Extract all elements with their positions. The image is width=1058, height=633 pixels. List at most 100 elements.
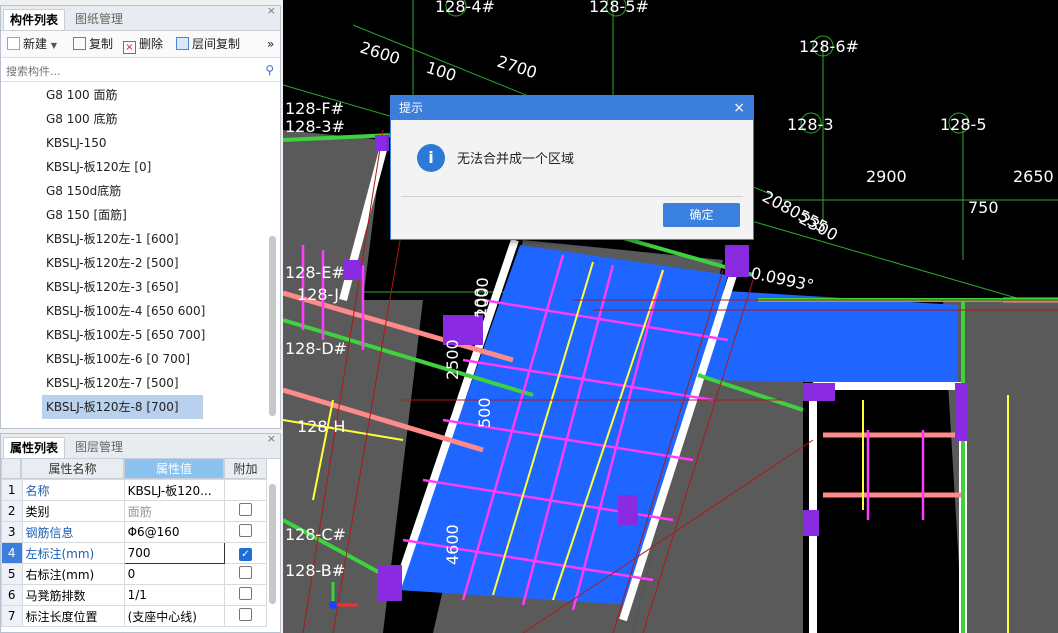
delete-icon: × bbox=[123, 41, 136, 54]
component-toolbar: 新建 ▼ 复制 × 删除 层间复制 » bbox=[1, 31, 280, 58]
list-item[interactable]: G8 150 [面筋] bbox=[1, 203, 267, 227]
list-item[interactable]: KBSLJ-板120左-2 [500] bbox=[1, 251, 267, 275]
property-value[interactable]: (支座中心线) bbox=[123, 605, 225, 627]
table-row[interactable]: 1 名称 KBSLJ-板120... bbox=[1, 479, 268, 501]
copy-button[interactable]: 复制 bbox=[73, 36, 113, 52]
list-scrollbar[interactable] bbox=[269, 236, 276, 416]
dropdown-arrow-icon[interactable]: ▼ bbox=[51, 41, 57, 50]
header-name: 属性名称 bbox=[21, 458, 124, 479]
search-icon[interactable]: ⚲ bbox=[265, 63, 274, 77]
property-value[interactable]: Φ6@160 bbox=[123, 521, 225, 543]
tab-property-list[interactable]: 属性列表 bbox=[3, 437, 66, 458]
attach-checkbox[interactable] bbox=[238, 524, 252, 537]
property-table-header: 属性名称 属性值 附加 bbox=[1, 458, 267, 479]
new-label: 新建 bbox=[23, 37, 48, 51]
row-number: 2 bbox=[1, 500, 23, 522]
close-icon[interactable]: × bbox=[733, 96, 745, 120]
dimension-label: 2000 bbox=[473, 277, 492, 318]
axis-label: 128-6# bbox=[799, 37, 859, 56]
list-item[interactable]: G8 100 底筋 bbox=[1, 107, 267, 131]
dimension-label: 4600 bbox=[443, 524, 462, 565]
list-item[interactable]: G8 100 面筋 bbox=[1, 83, 267, 107]
axis-label: 128-4# bbox=[435, 0, 495, 16]
list-item-selected[interactable]: KBSLJ-板120左-8 [700] bbox=[42, 395, 203, 419]
info-icon: i bbox=[417, 144, 445, 172]
property-value-editor[interactable]: 700 bbox=[123, 542, 225, 564]
property-list-panel: 属性列表 图层管理 × 属性名称 属性值 附加 1 名称 KBSLJ-板120.… bbox=[0, 432, 281, 633]
property-scrollbar[interactable] bbox=[269, 484, 276, 604]
table-row[interactable]: 2 类别 面筋 bbox=[1, 500, 268, 522]
axis-label: 128-5# bbox=[589, 0, 649, 16]
attach-checkbox[interactable] bbox=[238, 566, 252, 579]
extra-cell: ✓ bbox=[223, 542, 268, 564]
axis-label: 128-B# bbox=[285, 561, 345, 580]
list-item[interactable]: KBSLJ-板100左-4 [650 600] bbox=[1, 299, 267, 323]
property-name: 马凳筋排数 bbox=[21, 584, 125, 606]
dimension-label: 2650 bbox=[1013, 167, 1054, 186]
table-row-selected[interactable]: 4 左标注(mm) 700 ✓ bbox=[1, 542, 268, 564]
list-item[interactable]: KBSLJ-板120左 [0] bbox=[1, 155, 267, 179]
list-item[interactable]: KBSLJ-板120左-3 [650] bbox=[1, 275, 267, 299]
dialog-message: 无法合并成一个区域 bbox=[457, 152, 575, 167]
list-item[interactable]: KBSLJ-板120左-7 [500] bbox=[1, 371, 267, 395]
close-icon[interactable]: × bbox=[267, 432, 276, 445]
tab-component-list[interactable]: 构件列表 bbox=[3, 9, 66, 30]
table-row[interactable]: 3 钢筋信息 Φ6@160 bbox=[1, 521, 268, 543]
dimension-label: 100 bbox=[424, 58, 459, 86]
axis-label: 128-F# bbox=[285, 99, 344, 118]
header-value: 属性值 bbox=[124, 458, 224, 479]
attach-checkbox[interactable] bbox=[238, 587, 252, 600]
property-table: 1 名称 KBSLJ-板120... 2 类别 面筋 3 钢筋信息 Φ6@160… bbox=[1, 479, 268, 627]
list-item[interactable]: KBSLJ-板100左-6 [0 700] bbox=[1, 347, 267, 371]
dimension-label: 500 bbox=[475, 397, 494, 428]
property-value[interactable]: 1/1 bbox=[123, 584, 225, 606]
copy-label: 复制 bbox=[89, 37, 114, 51]
dimension-label: 2900 bbox=[866, 167, 907, 186]
property-name: 右标注(mm) bbox=[21, 563, 125, 585]
list-item[interactable]: KBSLJ-150 bbox=[1, 131, 267, 155]
axis-label: 128-J bbox=[297, 285, 339, 304]
property-value[interactable]: KBSLJ-板120... bbox=[123, 479, 225, 501]
list-item[interactable]: G8 150d底筋 bbox=[1, 179, 267, 203]
new-file-icon bbox=[7, 37, 20, 50]
copy-icon bbox=[73, 37, 86, 50]
row-number: 4 bbox=[1, 542, 23, 564]
list-item[interactable]: KBSLJ-板100左-5 [650 700] bbox=[1, 323, 267, 347]
close-icon[interactable]: × bbox=[267, 4, 276, 17]
delete-button[interactable]: × 删除 bbox=[123, 36, 164, 54]
dialog-divider bbox=[401, 196, 743, 197]
property-value[interactable]: 0 bbox=[123, 563, 225, 585]
attach-checkbox[interactable] bbox=[238, 503, 252, 516]
axis-label: 128-D# bbox=[285, 339, 347, 358]
row-number: 3 bbox=[1, 521, 23, 543]
component-list: G8 100 面筋 G8 100 底筋 KBSLJ-150 KBSLJ-板120… bbox=[1, 83, 267, 419]
table-row[interactable]: 6 马凳筋排数 1/1 bbox=[1, 584, 268, 606]
delete-label: 删除 bbox=[139, 37, 164, 51]
tab-layer-management[interactable]: 图层管理 bbox=[69, 437, 129, 458]
tab-drawing-management[interactable]: 图纸管理 bbox=[69, 9, 129, 30]
property-value[interactable]: 面筋 bbox=[123, 500, 225, 522]
dialog-title: 提示 bbox=[399, 101, 424, 115]
search-input[interactable] bbox=[4, 61, 258, 81]
message-dialog: 提示 × i 无法合并成一个区域 确定 bbox=[390, 95, 754, 240]
table-row[interactable]: 7 标注长度位置 (支座中心线) bbox=[1, 605, 268, 627]
ok-button[interactable]: 确定 bbox=[663, 203, 740, 227]
attach-checkbox[interactable] bbox=[238, 608, 252, 621]
extra-cell bbox=[223, 563, 268, 585]
header-index bbox=[1, 458, 21, 479]
floor-copy-icon bbox=[176, 37, 189, 50]
more-button[interactable]: » bbox=[267, 36, 274, 52]
axis-label: 128-3# bbox=[285, 117, 345, 136]
list-item[interactable]: KBSLJ-板120左-1 [600] bbox=[1, 227, 267, 251]
new-button[interactable]: 新建 ▼ bbox=[7, 36, 57, 52]
axis-label: 128-E# bbox=[285, 263, 345, 282]
table-row[interactable]: 5 右标注(mm) 0 bbox=[1, 563, 268, 585]
component-list-panel: 构件列表 图纸管理 × 新建 ▼ 复制 ×删除 层间复制 » ⚲ G8 100 … bbox=[0, 4, 281, 429]
floor-copy-button[interactable]: 层间复制 bbox=[176, 36, 240, 52]
property-name: 标注长度位置 bbox=[21, 605, 125, 627]
floor-copy-label: 层间复制 bbox=[192, 37, 241, 51]
axis-label: 128-C# bbox=[285, 525, 346, 544]
property-name: 名称 bbox=[21, 479, 125, 501]
attach-checkbox-checked[interactable]: ✓ bbox=[238, 547, 252, 561]
extra-cell bbox=[223, 605, 268, 627]
